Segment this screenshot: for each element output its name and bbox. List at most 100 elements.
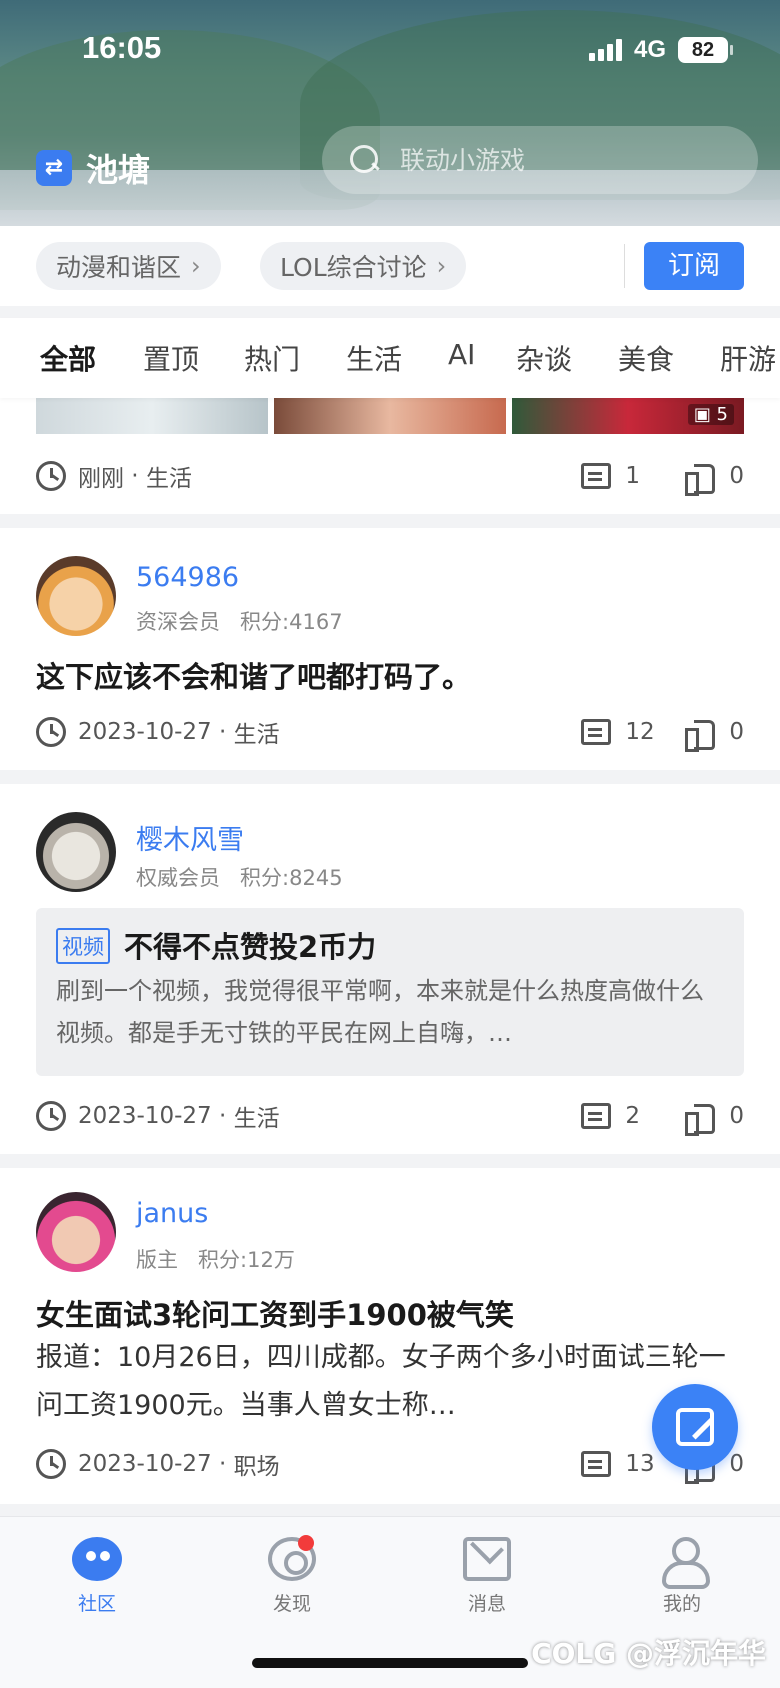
tab-chat[interactable]: 杂谈 [516,338,572,378]
nav-messages[interactable]: 消息 [427,1537,547,1616]
community-icon [72,1537,122,1581]
page-title: 池塘 [86,151,151,189]
post-image[interactable] [274,398,506,434]
community-chip[interactable]: LOL综合讨论 › [260,242,467,290]
switch-icon[interactable]: ⇄ [36,150,72,186]
nav-discover[interactable]: 发现 [232,1535,352,1616]
like-count: 0 [729,1451,744,1477]
header-background: 16:05 4G 82 ⇄ 池塘 [0,0,780,226]
clock-icon [36,717,66,747]
status-time: 16:05 [82,30,162,65]
subscription-bar: 动漫和谐区 › LOL综合讨论 › 订阅 [0,226,780,306]
search-icon [350,145,380,175]
nav-label: 发现 [272,1593,311,1615]
community-brand[interactable]: ⇄ 池塘 [36,145,150,191]
nav-label: 我的 [662,1593,701,1615]
user-icon [658,1537,710,1589]
avatar[interactable] [36,1192,116,1272]
avatar[interactable] [36,556,116,636]
user-points: 积分:4167 [240,610,343,634]
user-points: 积分:8245 [240,866,343,890]
like-count: 0 [729,719,744,745]
community-chip[interactable]: 动漫和谐区 › [36,242,221,290]
post-meta: 2023-10-27 · 职场 13 0 [36,1444,744,1484]
clock-icon [36,1449,66,1479]
tab-pinned[interactable]: 置顶 [143,338,199,378]
like-icon[interactable] [685,1102,716,1136]
app-screen: 16:05 4G 82 ⇄ 池塘 动漫和谐区 › LOL综合讨论 › 订阅 [0,0,780,1688]
post-card[interactable]: ▣ 5 刚刚 · 生活 1 0 [0,398,780,514]
post-category: 生活 [145,466,192,492]
user-rank: 资深会员 [136,610,220,634]
post-image[interactable]: ▣ 5 [512,398,744,434]
comment-icon[interactable] [581,1103,612,1129]
post-time: 2023-10-27 [78,1451,212,1477]
post-excerpt: 报道：10月26日，四川成都。女子两个多小时面试三轮一问工资1900元。当事人曾… [36,1342,726,1421]
like-count: 0 [729,1103,744,1129]
discover-icon [268,1535,316,1581]
tab-games[interactable]: 肝游 [720,338,776,378]
like-icon[interactable] [685,718,716,752]
comment-count: 12 [625,719,655,745]
like-icon[interactable] [685,462,716,496]
post-meta: 2023-10-27 · 生活 12 0 [36,712,744,752]
status-indicators: 4G 82 [588,36,733,64]
video-share-box[interactable]: 视频 不得不点赞投2币力 刷到一个视频，我觉得很平常啊，本来就是什么热度高做什么… [36,908,744,1076]
post-category: 职场 [233,1454,280,1480]
username[interactable]: 564986 [136,562,239,593]
tab-ai[interactable]: AI [448,338,475,371]
post-meta: 2023-10-27 · 生活 2 0 [36,1096,744,1136]
chevron-right-icon: › [191,252,201,280]
tab-hot[interactable]: 热门 [244,338,300,378]
comment-count: 1 [625,463,640,489]
network-type: 4G [633,36,666,63]
search-input[interactable] [400,145,720,175]
username[interactable]: janus [136,1198,208,1229]
post-time: 2023-10-27 [78,1103,212,1129]
chevron-right-icon: › [436,252,447,280]
video-tag: 视频 [56,928,110,964]
post-card[interactable]: 樱木风雪 权威会员 积分:8245 视频 不得不点赞投2币力 刷到一个视频，我觉… [0,784,780,1154]
post-time: 刚刚 [78,466,124,492]
comment-icon[interactable] [581,719,612,745]
comment-count: 2 [625,1103,640,1129]
nav-label: 消息 [467,1593,506,1615]
tab-life[interactable]: 生活 [346,338,402,378]
nav-community[interactable]: 社区 [37,1537,157,1616]
image-strip[interactable]: ▣ 5 [36,398,744,434]
compose-button[interactable] [652,1384,738,1470]
clock-icon [36,1101,66,1131]
search-bar[interactable] [322,126,758,194]
post-title[interactable]: 女生面试3轮问工资到手1900被气笑 [36,1292,744,1334]
home-indicator[interactable] [252,1658,528,1668]
user-points: 积分:12万 [198,1248,295,1272]
battery-icon: 82 [678,37,733,63]
username[interactable]: 樱木风雪 [136,818,244,857]
video-title[interactable]: 不得不点赞投2币力 [124,924,376,966]
user-info: 版主 积分:12万 [136,1244,295,1274]
post-title[interactable]: 这下应该不会和谐了吧都打码了。 [36,654,744,696]
tab-food[interactable]: 美食 [618,338,674,378]
nav-label: 社区 [77,1593,116,1615]
chip-label: LOL综合讨论 [280,253,427,282]
nav-me[interactable]: 我的 [622,1537,742,1616]
post-image[interactable] [36,398,268,434]
chip-label: 动漫和谐区 [56,253,182,282]
comment-icon[interactable] [581,463,612,489]
divider [624,244,625,288]
category-tabs: 全部 置顶 热门 生活 AI 杂谈 美食 肝游 [0,318,780,398]
tab-all[interactable]: 全部 [40,338,96,378]
subscribe-button[interactable]: 订阅 [644,242,744,290]
post-category: 生活 [233,1106,280,1132]
clock-icon [36,461,66,491]
post-time: 2023-10-27 [78,719,212,745]
signal-icon [588,39,622,61]
post-card[interactable]: 564986 资深会员 积分:4167 这下应该不会和谐了吧都打码了。 2023… [0,528,780,770]
post-meta: 刚刚 · 生活 1 0 [36,456,744,496]
mail-icon [463,1537,511,1581]
avatar[interactable] [36,812,116,892]
user-info: 权威会员 积分:8245 [136,862,343,892]
comment-icon[interactable] [581,1451,612,1477]
image-count-badge: ▣ 5 [687,404,734,425]
user-info: 资深会员 积分:4167 [136,606,343,636]
